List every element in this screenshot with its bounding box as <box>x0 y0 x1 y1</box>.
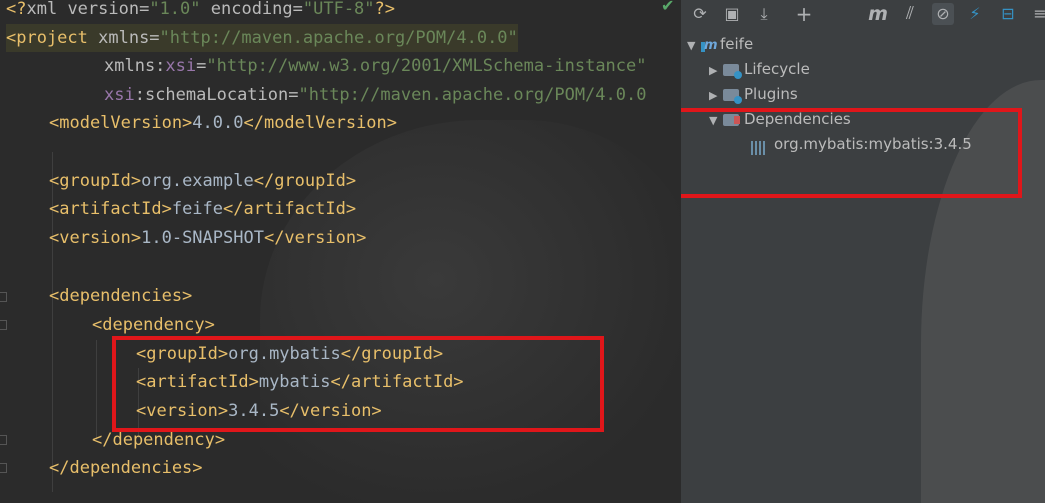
xsi-value: "http://www.w3.org/2001/XMLSchema-instan… <box>206 56 647 76</box>
tree-node-project[interactable]: ▼ m feife <box>687 32 753 56</box>
group-id-open: <groupId> <box>49 171 142 191</box>
code-editor[interactable]: <?xml version="1.0" encoding="UTF-8"?> <… <box>0 0 680 503</box>
indent-guide <box>96 340 97 440</box>
xmlns-xsi-attr: xmlns: <box>104 56 166 76</box>
xml-decl-open: <? <box>6 0 27 19</box>
version-value: 1.0-SNAPSHOT <box>141 228 264 248</box>
artifact-id-open: <artifactId> <box>49 199 172 219</box>
collapsed-arrow-icon[interactable]: ▶ <box>709 84 723 108</box>
dependency-open: <dependency> <box>92 315 215 335</box>
xsi-namespace: xsi <box>104 85 135 105</box>
code-line-9[interactable]: <version>1.0-SNAPSHOT</version> <box>49 224 366 252</box>
collapse-all-icon[interactable]: ≡ <box>1029 3 1045 25</box>
skip-tests-toggle-icon[interactable]: ⊘ <box>932 3 954 25</box>
tree-node-plugins[interactable]: ▶ Plugins <box>709 82 798 106</box>
dependencies-close: </dependencies> <box>49 458 203 478</box>
highlight-box-code <box>112 336 604 432</box>
maven-project-icon: m <box>701 38 718 53</box>
fold-marker[interactable] <box>0 435 7 445</box>
code-line-4[interactable]: xsi:schemaLocation="http://maven.apache.… <box>104 81 646 109</box>
code-line-17[interactable]: </dependencies> <box>49 454 203 482</box>
code-line-5[interactable]: <modelVersion>4.0.0</modelVersion> <box>49 109 397 137</box>
code-line-8[interactable]: <artifactId>feife</artifactId> <box>49 195 356 223</box>
group-id-value: org.example <box>141 171 254 191</box>
model-version-open: <modelVersion> <box>49 113 193 133</box>
toggle-offline-icon[interactable]: ⫽ <box>899 3 921 25</box>
version-open: <version> <box>49 228 142 248</box>
tree-node-lifecycle[interactable]: ▶ Lifecycle <box>709 57 810 81</box>
model-version-close: </modelVersion> <box>243 113 398 133</box>
reload-icon[interactable]: ⟳ <box>689 3 711 25</box>
dependencies-open: <dependencies> <box>49 286 193 306</box>
code-line-11[interactable]: <dependencies> <box>49 282 192 310</box>
xmlns-attr: xmlns= <box>87 28 160 48</box>
code-line-1[interactable]: <?xml version="1.0" encoding="UTF-8"?> <box>6 0 395 23</box>
xml-decl-attr: version= <box>57 0 150 19</box>
dependency-close: </dependency> <box>92 430 226 450</box>
collapsed-arrow-icon[interactable]: ▶ <box>709 59 723 83</box>
code-line-12[interactable]: <dependency> <box>92 311 215 339</box>
xml-decl-name: xml <box>26 0 58 19</box>
fold-marker[interactable] <box>0 320 7 330</box>
xml-decl-value: "1.0" <box>149 0 201 19</box>
xml-decl-close: ?> <box>374 0 396 19</box>
expanded-arrow-icon[interactable]: ▼ <box>687 34 701 58</box>
generate-sources-icon[interactable]: ▣ <box>721 3 743 25</box>
project-label: feife <box>720 35 754 53</box>
lightning-icon[interactable]: ⚡ <box>964 3 986 25</box>
execute-goal-icon[interactable]: m <box>867 3 889 25</box>
code-line-3[interactable]: xmlns:xsi="http://www.w3.org/2001/XMLSch… <box>104 52 647 80</box>
artifact-id-value: feife <box>171 199 224 219</box>
xml-decl-attr: encoding= <box>200 0 303 19</box>
maven-toolbar: ⟳ ▣ ⤓ + m ⫽ ⊘ ⚡ ⊟ ≡ <box>681 0 1045 30</box>
lifecycle-folder-icon <box>723 63 742 79</box>
plugins-label: Plugins <box>744 85 798 103</box>
add-icon[interactable]: + <box>793 3 815 25</box>
code-line-2[interactable]: <project xmlns="http://maven.apache.org/… <box>6 24 518 52</box>
highlight-box-tree <box>681 108 1022 198</box>
code-line-7[interactable]: <groupId>org.example</groupId> <box>49 167 356 195</box>
project-tag: <project <box>6 28 88 48</box>
schema-location-attr: :schemaLocation= <box>134 85 299 105</box>
version-close: </version> <box>263 228 367 248</box>
xsi-namespace: xsi <box>165 56 197 76</box>
maven-tool-window: ⟳ ▣ ⤓ + m ⫽ ⊘ ⚡ ⊟ ≡ ▼mfeife ▶Lifecycle ▶… <box>680 0 1045 503</box>
equals-sign: = <box>196 56 207 76</box>
show-dependencies-icon[interactable]: ⊟ <box>997 3 1019 25</box>
fold-marker[interactable] <box>0 463 7 473</box>
artifact-id-close: </artifactId> <box>223 199 357 219</box>
lifecycle-label: Lifecycle <box>744 60 810 78</box>
fold-marker[interactable] <box>0 292 7 302</box>
xmlns-value: "http://maven.apache.org/POM/4.0.0" <box>159 28 518 48</box>
group-id-close: </groupId> <box>253 171 357 191</box>
download-icon[interactable]: ⤓ <box>753 3 775 25</box>
model-version-value: 4.0.0 <box>192 113 244 133</box>
xml-decl-value: "UTF-8" <box>302 0 375 19</box>
plugins-folder-icon <box>723 88 742 104</box>
schema-location-value: "http://maven.apache.org/POM/4.0.0 <box>298 85 647 105</box>
inspection-ok-icon[interactable]: ✔ <box>661 0 674 15</box>
